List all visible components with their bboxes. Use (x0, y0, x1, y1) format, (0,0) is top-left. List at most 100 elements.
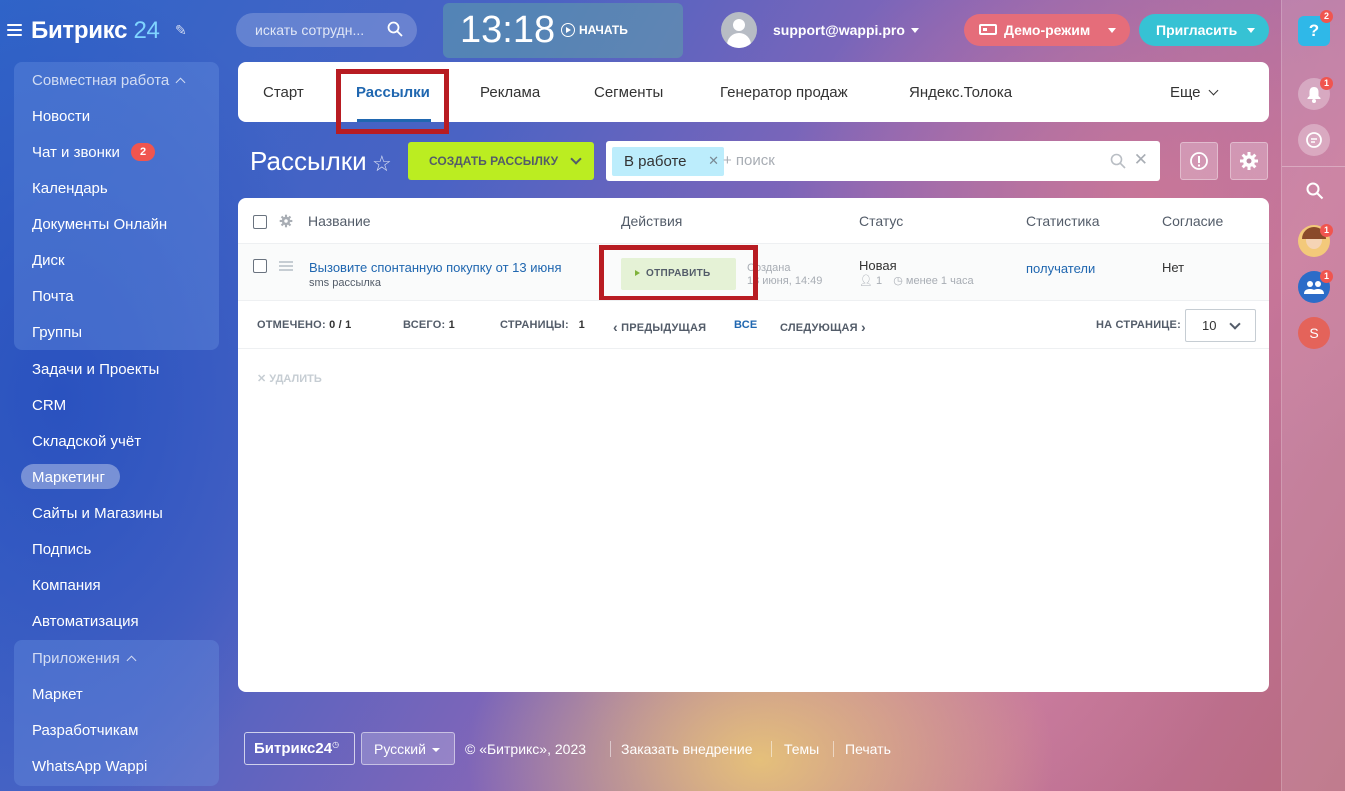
footer-link-order[interactable]: Заказать внедрение (621, 741, 753, 757)
employee-search-input[interactable]: искать сотрудн... (236, 13, 417, 47)
sidebar-item-groups[interactable]: Группы (32, 324, 82, 341)
sidebar-item-company[interactable]: Компания (32, 577, 101, 594)
column-header-stats: Статистика (1026, 213, 1100, 229)
sidebar-item-market[interactable]: Маркет (32, 686, 83, 703)
chevron-down-icon (910, 28, 919, 33)
sidebar-group-collab-title[interactable]: Совместная работа (32, 72, 186, 89)
language-select[interactable]: Русский (361, 732, 455, 765)
tab-more[interactable]: Еще (1170, 84, 1218, 101)
chat-counter-badge: 2 (131, 143, 155, 161)
user-avatar[interactable] (721, 12, 757, 48)
favorite-star-icon[interactable]: ☆ (372, 151, 392, 177)
chevron-down-icon (1108, 28, 1116, 33)
footer-link-print[interactable]: Печать (845, 741, 891, 757)
select-all-checkbox[interactable] (253, 215, 267, 229)
sidebar-item-whatsapp-wappi[interactable]: WhatsApp Wappi (32, 758, 147, 775)
sidebar-item-calendar[interactable]: Календарь (32, 180, 108, 197)
user-initial-avatar[interactable]: S (1298, 317, 1330, 349)
notifications-badge: 1 (1320, 77, 1333, 90)
bitrix-logo[interactable]: Битрикс 24 (31, 17, 160, 45)
sidebar-item-tasks[interactable]: Задачи и Проекты (32, 361, 159, 378)
tab-ads[interactable]: Реклама (480, 84, 540, 101)
footer-link-themes[interactable]: Темы (784, 741, 819, 757)
user-menu[interactable]: support@wappi.pro (773, 22, 919, 38)
per-page-select[interactable]: 10 (1185, 309, 1256, 342)
menu-burger-icon[interactable] (7, 24, 22, 36)
tab-segments[interactable]: Сегменты (594, 84, 663, 101)
row-checkbox[interactable] (253, 259, 267, 273)
settings-button[interactable] (1230, 142, 1268, 180)
sidebar-group-collab (14, 62, 219, 350)
sidebar-item-documents[interactable]: Документы Онлайн (32, 216, 167, 233)
chat-icon[interactable] (1298, 124, 1330, 156)
all-pages-link[interactable]: ВСЕ (734, 319, 757, 331)
search-icon[interactable] (387, 21, 403, 37)
edit-pencil-icon[interactable]: ✎ (175, 22, 187, 39)
tab-start[interactable]: Старт (263, 84, 304, 101)
status-meta: 👤︎ 1 ◷ менее 1 часа (859, 275, 974, 287)
filter-search-placeholder: + поиск (723, 152, 775, 169)
column-settings-gear-icon[interactable] (279, 214, 293, 228)
sidebar-item-disk[interactable]: Диск (32, 252, 65, 269)
delete-button[interactable]: ✕ УДАЛИТЬ (257, 372, 322, 385)
chevron-down-icon (1208, 85, 1218, 96)
contact-badge: 1 (1320, 224, 1333, 237)
row-menu-icon[interactable] (279, 261, 293, 271)
person-icon: 👤︎ (859, 275, 873, 287)
clock-time: 13:18 (460, 9, 556, 51)
sidebar-item-sign[interactable]: Подпись (32, 541, 91, 558)
prev-page-link[interactable]: ‹ ПРЕДЫДУЩАЯ (613, 319, 706, 335)
worktime-widget[interactable]: 13:18 НАЧАТЬ (443, 3, 683, 58)
chevron-down-icon (570, 153, 582, 165)
chevron-down-icon (1247, 28, 1255, 33)
highlight-frame-tab (336, 69, 449, 134)
alert-button[interactable] (1180, 142, 1218, 180)
chevron-up-icon (126, 655, 137, 666)
sidebar-item-mail[interactable]: Почта (32, 288, 74, 305)
sidebar-item-automation[interactable]: Автоматизация (32, 613, 139, 630)
sidebar-item-sites[interactable]: Сайты и Магазины (32, 505, 163, 522)
tab-yandex-toloka[interactable]: Яндекс.Толока (909, 84, 1012, 101)
next-page-link[interactable]: СЛЕДУЮЩАЯ › (780, 319, 866, 335)
group-chat-badge: 1 (1320, 270, 1333, 283)
pages-counter: СТРАНИЦЫ: 1 (500, 319, 585, 331)
mailing-name-link[interactable]: Вызовите спонтанную покупку от 13 июня (309, 260, 561, 275)
help-badge: 2 (1320, 10, 1333, 23)
consent-value: Нет (1162, 260, 1185, 275)
mailing-type: sms рассылка (309, 277, 381, 289)
search-icon[interactable] (1110, 153, 1126, 169)
sidebar-item-news[interactable]: Новости (32, 108, 90, 125)
alert-icon (1190, 152, 1208, 170)
column-header-consent: Согласие (1162, 213, 1224, 229)
recipients-link[interactable]: получатели (1026, 261, 1095, 276)
search-placeholder: искать сотрудн... (255, 22, 365, 38)
footer-logo[interactable]: Битрикс24◷ (244, 732, 355, 765)
create-mailing-button[interactable]: СОЗДАТЬ РАССЫЛКУ (408, 142, 594, 180)
filter-search-field[interactable]: В работе ✕ + поиск ✕ (606, 141, 1160, 181)
pager-divider (238, 348, 1269, 349)
invite-button[interactable]: Пригласить (1139, 14, 1269, 46)
total-counter: ВСЕГО: 1 (403, 319, 455, 331)
selected-counter: ОТМЕЧЕНО: 0 / 1 (257, 319, 352, 331)
sidebar-item-marketing[interactable]: Маркетинг (32, 469, 105, 486)
sidebar-group-apps-title[interactable]: Приложения (32, 650, 137, 667)
filter-chip-in-progress[interactable]: В работе ✕ (612, 147, 724, 176)
start-workday-button[interactable]: НАЧАТЬ (561, 23, 628, 37)
sidebar-item-inventory[interactable]: Складской учёт (32, 433, 141, 450)
tab-sales-generator[interactable]: Генератор продаж (720, 84, 848, 101)
chevron-down-icon (431, 748, 440, 752)
copyright: © «Битрикс», 2023 (465, 741, 587, 757)
battery-icon (979, 24, 997, 35)
demo-mode-button[interactable]: Демо-режим (964, 14, 1130, 46)
panel-search-icon[interactable] (1306, 182, 1324, 203)
sidebar-item-chat[interactable]: Чат и звонки (32, 144, 120, 161)
clear-filter-icon[interactable]: ✕ (1134, 150, 1148, 170)
panel-divider (1282, 166, 1345, 167)
sidebar-item-developers[interactable]: Разработчикам (32, 722, 138, 739)
column-header-status[interactable]: Статус (859, 213, 903, 229)
sidebar-item-crm[interactable]: CRM (32, 397, 66, 414)
remove-filter-icon[interactable]: ✕ (708, 153, 719, 169)
column-header-name[interactable]: Название (308, 213, 371, 229)
right-panel (1281, 0, 1345, 791)
row-divider (238, 300, 1269, 301)
